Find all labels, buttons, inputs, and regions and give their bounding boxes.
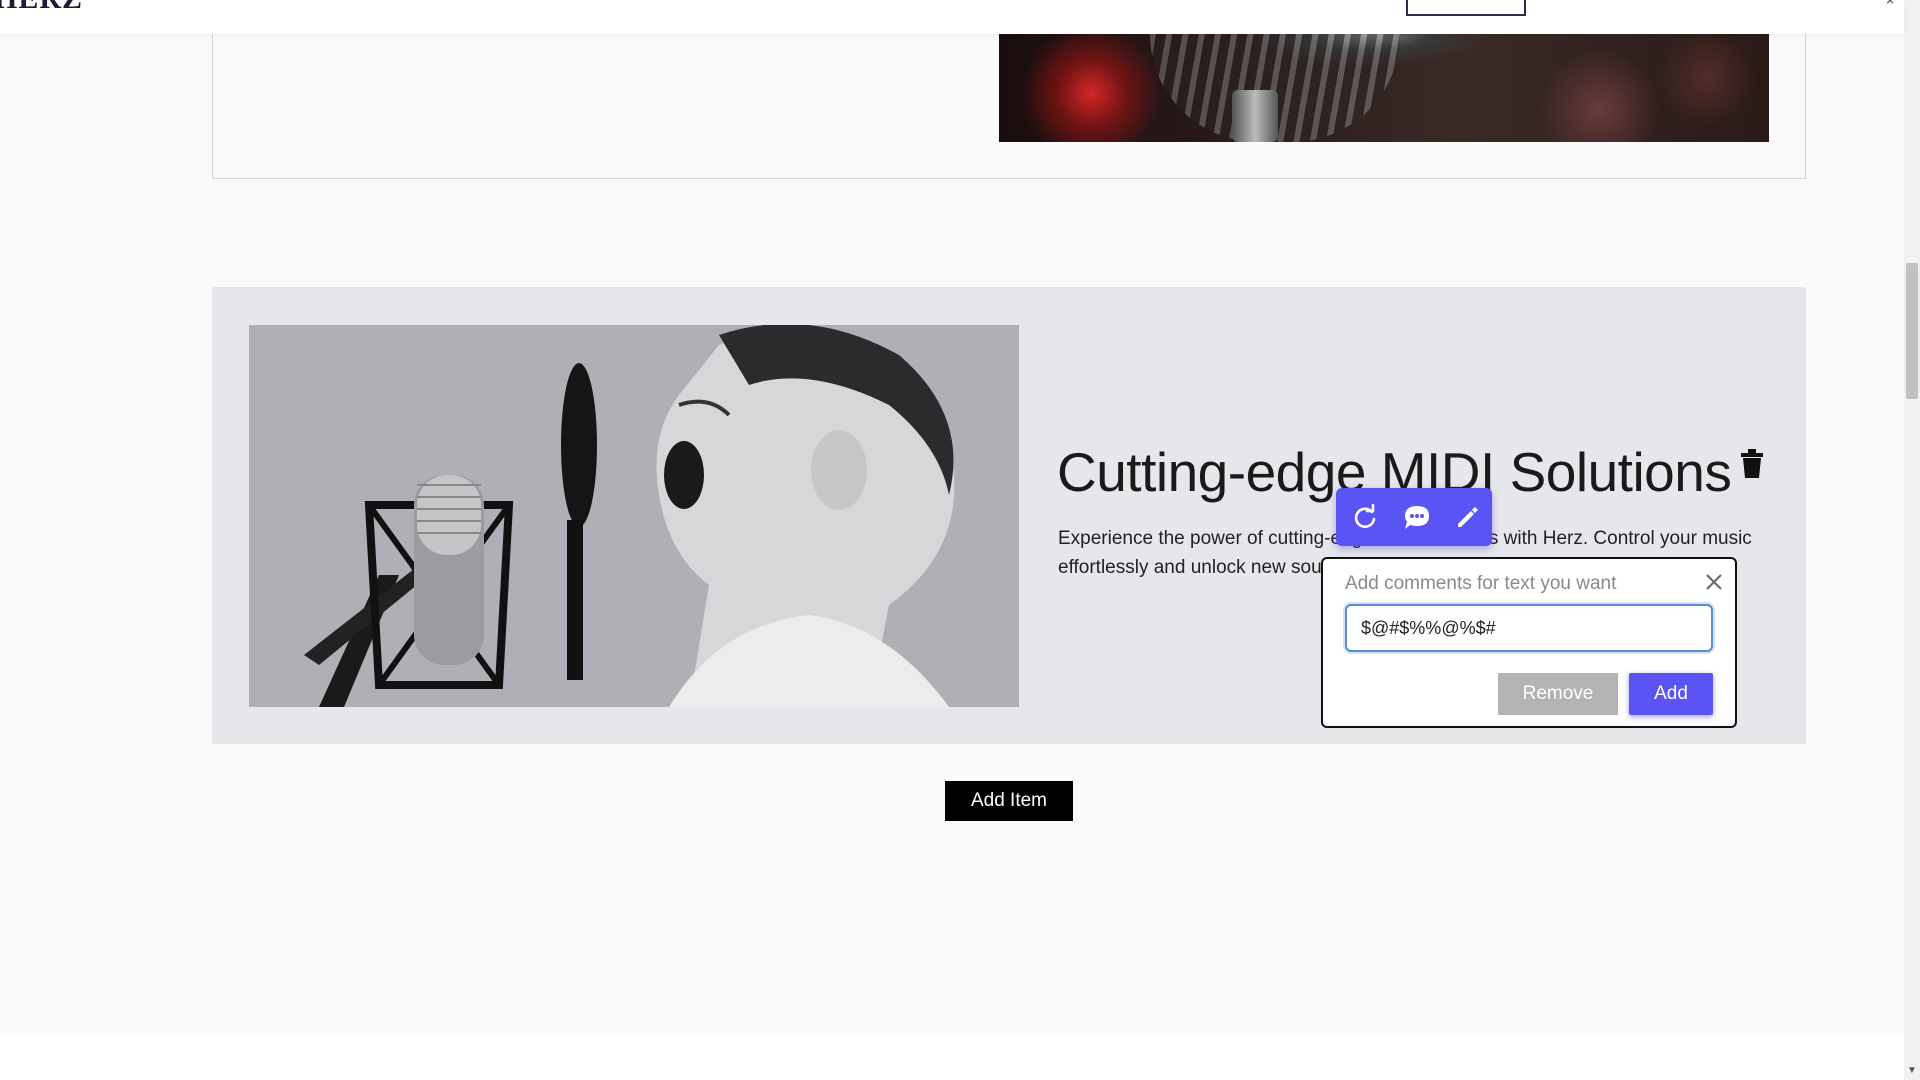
top-navbar: HERZ × (0, 0, 1904, 34)
comment-input[interactable] (1345, 604, 1713, 652)
add-comment-button[interactable]: Add (1629, 673, 1713, 715)
close-icon[interactable] (1703, 571, 1725, 593)
text-edit-toolbar (1336, 488, 1492, 546)
remove-comment-button[interactable]: Remove (1498, 673, 1618, 715)
pencil-icon[interactable] (1450, 500, 1484, 534)
brand-logo[interactable]: HERZ (0, 0, 83, 16)
scroll-down-arrow-icon[interactable]: ▼ (1906, 1064, 1918, 1078)
nav-cta-button[interactable] (1406, 0, 1526, 16)
comment-icon[interactable] (1400, 500, 1434, 534)
trash-icon[interactable] (1738, 448, 1766, 480)
close-icon[interactable]: × (1886, 0, 1894, 8)
comment-popup: Add comments for text you want Remove Ad… (1321, 557, 1737, 728)
vertical-scrollbar[interactable] (1904, 0, 1920, 1080)
add-item-button[interactable]: Add Item (945, 781, 1073, 821)
scrollbar-thumb[interactable] (1906, 263, 1918, 399)
microphone-stand (1232, 90, 1278, 142)
feature-image (249, 325, 1019, 707)
page-footer (0, 1036, 1904, 1080)
refresh-icon[interactable] (1348, 500, 1382, 534)
comment-popup-title: Add comments for text you want (1345, 573, 1617, 594)
